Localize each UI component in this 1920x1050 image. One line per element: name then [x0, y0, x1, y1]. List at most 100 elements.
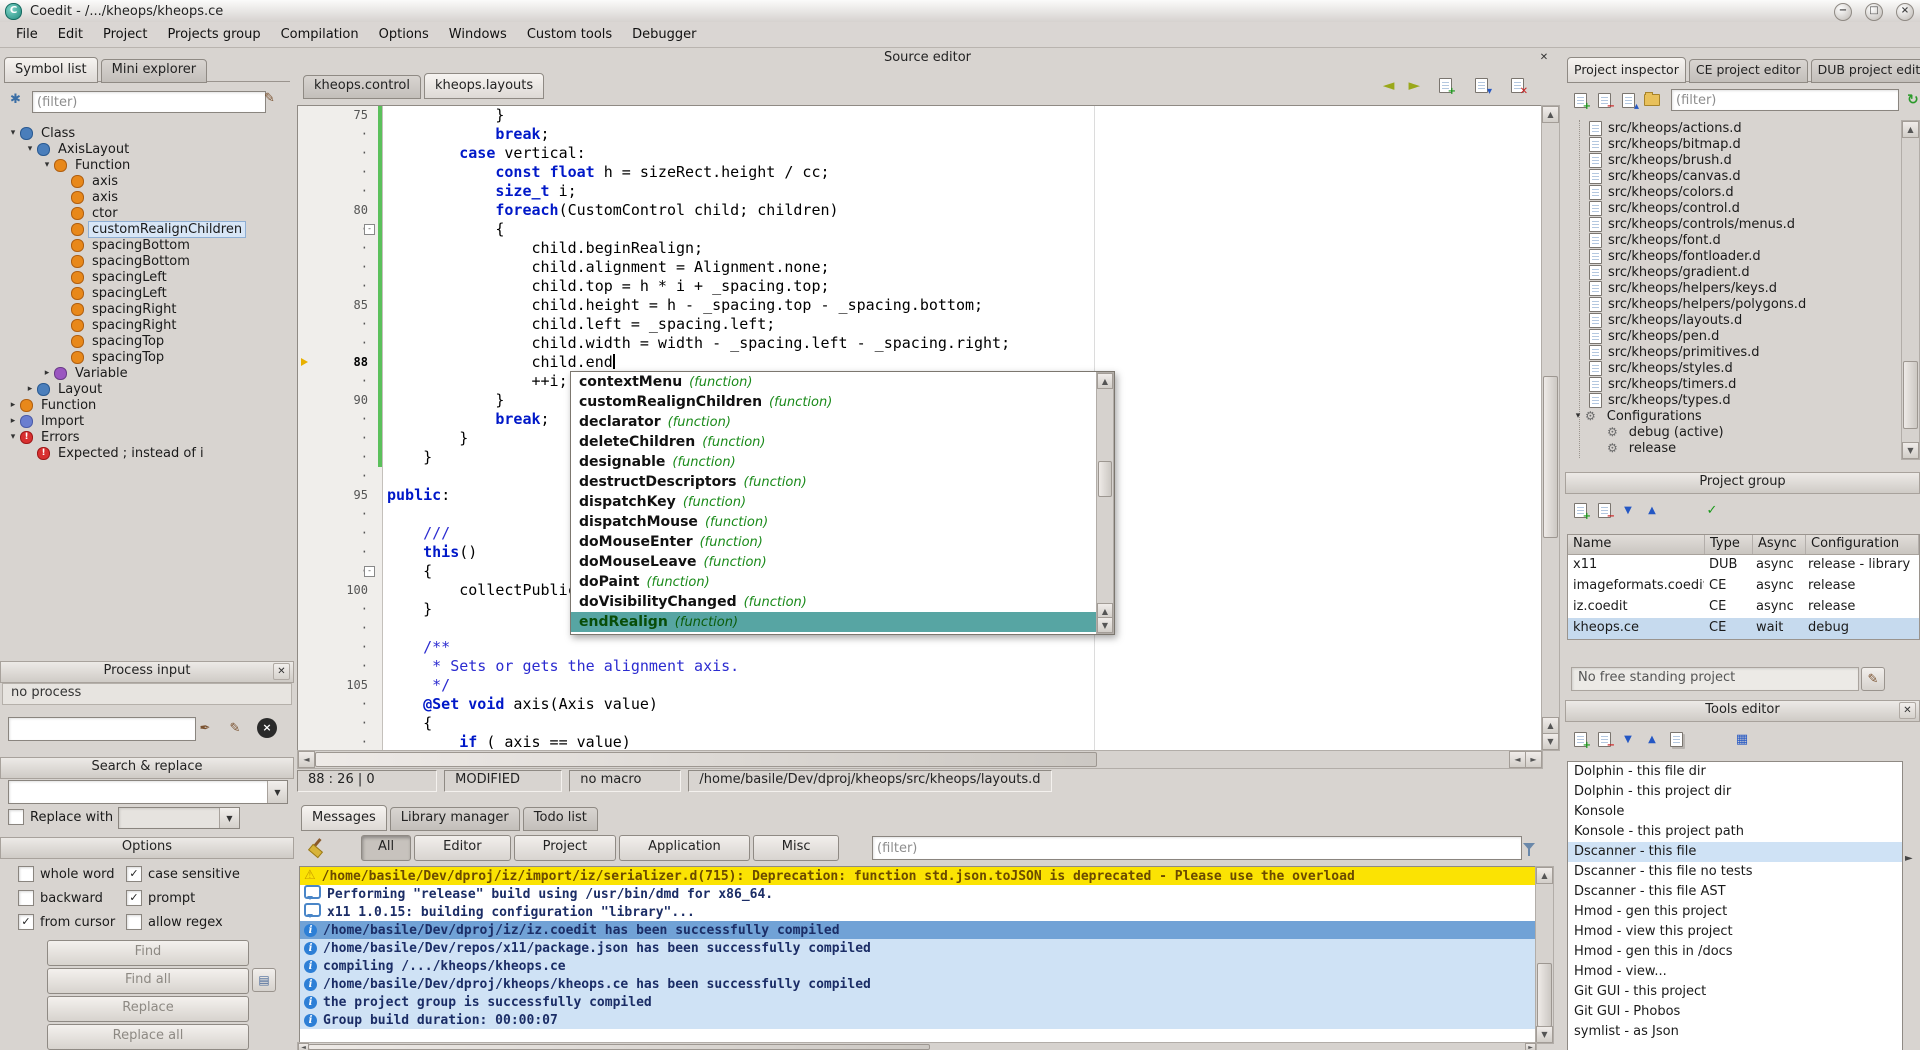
filter-funnel-icon[interactable]: [1523, 843, 1535, 850]
completion-item[interactable]: contextMenu(function): [571, 372, 1098, 392]
minimize-button[interactable]: −: [1834, 3, 1852, 21]
add-project-button[interactable]: +: [1569, 499, 1591, 521]
process-input-field[interactable]: [8, 717, 196, 741]
add-source-button[interactable]: +: [1569, 89, 1591, 111]
gutter-cell[interactable]: 100: [298, 581, 383, 600]
checkbox[interactable]: [18, 890, 34, 906]
tool-item[interactable]: Hmod - gen this project: [1568, 902, 1902, 922]
project-file-item[interactable]: src/kheops/layouts.d: [1565, 312, 1901, 328]
scroll-up-icon[interactable]: ▲: [1536, 867, 1553, 884]
message-filter-input[interactable]: [872, 836, 1522, 860]
editor-hscrollbar[interactable]: ◄ ◄ ►: [297, 750, 1543, 769]
close-button[interactable]: ×: [1896, 3, 1914, 21]
gutter-cell[interactable]: 88: [298, 353, 383, 372]
project-file-item[interactable]: src/kheops/controls/menus.d: [1565, 216, 1901, 232]
column-header[interactable]: Configuration: [1806, 535, 1919, 554]
doc-close-button[interactable]: ✕: [1506, 74, 1528, 96]
symbol-filter-input[interactable]: [32, 91, 266, 113]
checkbox[interactable]: ✓: [126, 866, 142, 882]
fold-icon[interactable]: -: [364, 566, 375, 577]
project-file-item[interactable]: src/kheops/font.d: [1565, 232, 1901, 248]
gutter-cell[interactable]: ·: [298, 277, 383, 296]
move-project-up-button[interactable]: ▲: [1641, 499, 1663, 521]
refresh-icon[interactable]: ↻: [1907, 92, 1919, 108]
replace-all-button[interactable]: Replace all: [47, 1024, 249, 1050]
gutter-cell[interactable]: ·: [298, 125, 383, 144]
code-line[interactable]: · case vertical:: [298, 144, 1542, 163]
editor-vscrollbar[interactable]: ▲ ▲ ▼: [1541, 105, 1560, 751]
message-row[interactable]: Performing "release" build using /usr/bi…: [300, 885, 1536, 903]
tool-item[interactable]: Dscanner - this file: [1568, 842, 1902, 862]
tab-todo-list[interactable]: Todo list: [523, 807, 598, 831]
expander-icon[interactable]: ▾: [40, 160, 54, 170]
close-icon[interactable]: ✕: [1899, 702, 1916, 719]
symbol-tree-item[interactable]: ▾!Errors: [0, 429, 294, 445]
symbol-tree-item[interactable]: spacingLeft: [0, 269, 294, 285]
completion-item[interactable]: designable(function): [571, 452, 1098, 472]
symbol-tree-item[interactable]: customRealignChildren: [0, 221, 294, 237]
checkbox[interactable]: [18, 866, 34, 882]
completion-item[interactable]: doMouseEnter(function): [571, 532, 1098, 552]
symbol-tree-item[interactable]: ▸Function: [0, 397, 294, 413]
menu-edit[interactable]: Edit: [48, 25, 93, 44]
scroll-right-icon[interactable]: ►: [1905, 853, 1913, 864]
gutter-cell[interactable]: ·: [298, 239, 383, 258]
symbol-tree-item[interactable]: ▸Variable: [0, 365, 294, 381]
symbol-tree-item[interactable]: spacingRight: [0, 301, 294, 317]
project-file-item[interactable]: src/kheops/fontloader.d: [1565, 248, 1901, 264]
tool-item[interactable]: Dolphin - this project dir: [1568, 782, 1902, 802]
code-line[interactable]: · child.width = width - _spacing.left - …: [298, 334, 1542, 353]
menu-custom-tools[interactable]: Custom tools: [517, 25, 622, 44]
remove-source-button[interactable]: −: [1593, 89, 1615, 111]
symbol-tree-item[interactable]: ▾AxisLayout: [0, 141, 294, 157]
coedit-logo-icon[interactable]: C: [5, 3, 22, 20]
message-row[interactable]: Group build duration: 00:00:07: [300, 1011, 1536, 1029]
maximize-button[interactable]: □: [1865, 3, 1883, 21]
tool-item[interactable]: Git GUI - this project: [1568, 982, 1902, 1002]
inspector-filter-input[interactable]: [1671, 89, 1899, 111]
edit-free-project-button[interactable]: ✎: [1861, 667, 1885, 691]
tab-mini-explorer[interactable]: Mini explorer: [101, 59, 208, 83]
gutter-cell[interactable]: 80: [298, 201, 383, 220]
symbol-refresh-pen-icon[interactable]: ✎: [264, 91, 275, 106]
scroll-thumb[interactable]: [315, 752, 1097, 767]
process-feed-icon[interactable]: ✒: [194, 717, 216, 739]
completion-scrollbar[interactable]: ▲ ▲ ▼: [1096, 372, 1114, 634]
scroll-thumb[interactable]: [1543, 376, 1558, 538]
tool-item[interactable]: Konsole: [1568, 802, 1902, 822]
scroll-up-icon[interactable]: ▲: [1097, 373, 1113, 389]
filter-misc[interactable]: Misc: [753, 835, 840, 861]
code-line[interactable]: ·- {: [298, 220, 1542, 239]
symbol-tree-item[interactable]: !Expected ; instead of i: [0, 445, 294, 461]
column-header[interactable]: Name: [1568, 535, 1705, 554]
completion-item[interactable]: customRealignChildren(function): [571, 392, 1098, 412]
tab-kheops-control[interactable]: kheops.control: [303, 75, 421, 99]
gutter-cell[interactable]: ·: [298, 315, 383, 334]
project-file-item[interactable]: src/kheops/helpers/keys.d: [1565, 280, 1901, 296]
replace-term-combo[interactable]: ▼: [118, 807, 240, 829]
scroll-thumb[interactable]: [308, 1044, 930, 1050]
code-line[interactable]: 80 foreach(CustomControl child; children…: [298, 201, 1542, 220]
symbol-tree-item[interactable]: axis: [0, 173, 294, 189]
project-file-item[interactable]: src/kheops/canvas.d: [1565, 168, 1901, 184]
run-tool-button[interactable]: ▦: [1731, 728, 1753, 750]
expander-icon[interactable]: ▾: [1571, 411, 1585, 421]
message-row[interactable]: /home/basile/Dev/dproj/kheops/kheops.ce …: [300, 975, 1536, 993]
expander-icon[interactable]: ▸: [23, 384, 37, 394]
gutter-cell[interactable]: ·: [298, 524, 383, 543]
menu-windows[interactable]: Windows: [439, 25, 517, 44]
gutter-cell[interactable]: ·-: [298, 220, 383, 239]
doc-new-button[interactable]: +: [1434, 74, 1456, 96]
symbol-tree-item[interactable]: ▾Function: [0, 157, 294, 173]
code-line[interactable]: · size_t i;: [298, 182, 1542, 201]
message-row[interactable]: x11 1.0.15: building configuration "libr…: [300, 903, 1536, 921]
gutter-cell[interactable]: 75: [298, 106, 383, 125]
gutter-cell[interactable]: ·-: [298, 562, 383, 581]
gutter-cell[interactable]: ·: [298, 448, 383, 467]
tool-item[interactable]: Dscanner - this file no tests: [1568, 862, 1902, 882]
checkbox[interactable]: ✓: [126, 890, 142, 906]
checkbox[interactable]: ✓: [18, 914, 34, 930]
code-line[interactable]: 88 child.end: [298, 353, 1542, 372]
project-file-item[interactable]: src/kheops/control.d: [1565, 200, 1901, 216]
code-line[interactable]: · child.alignment = Alignment.none;: [298, 258, 1542, 277]
